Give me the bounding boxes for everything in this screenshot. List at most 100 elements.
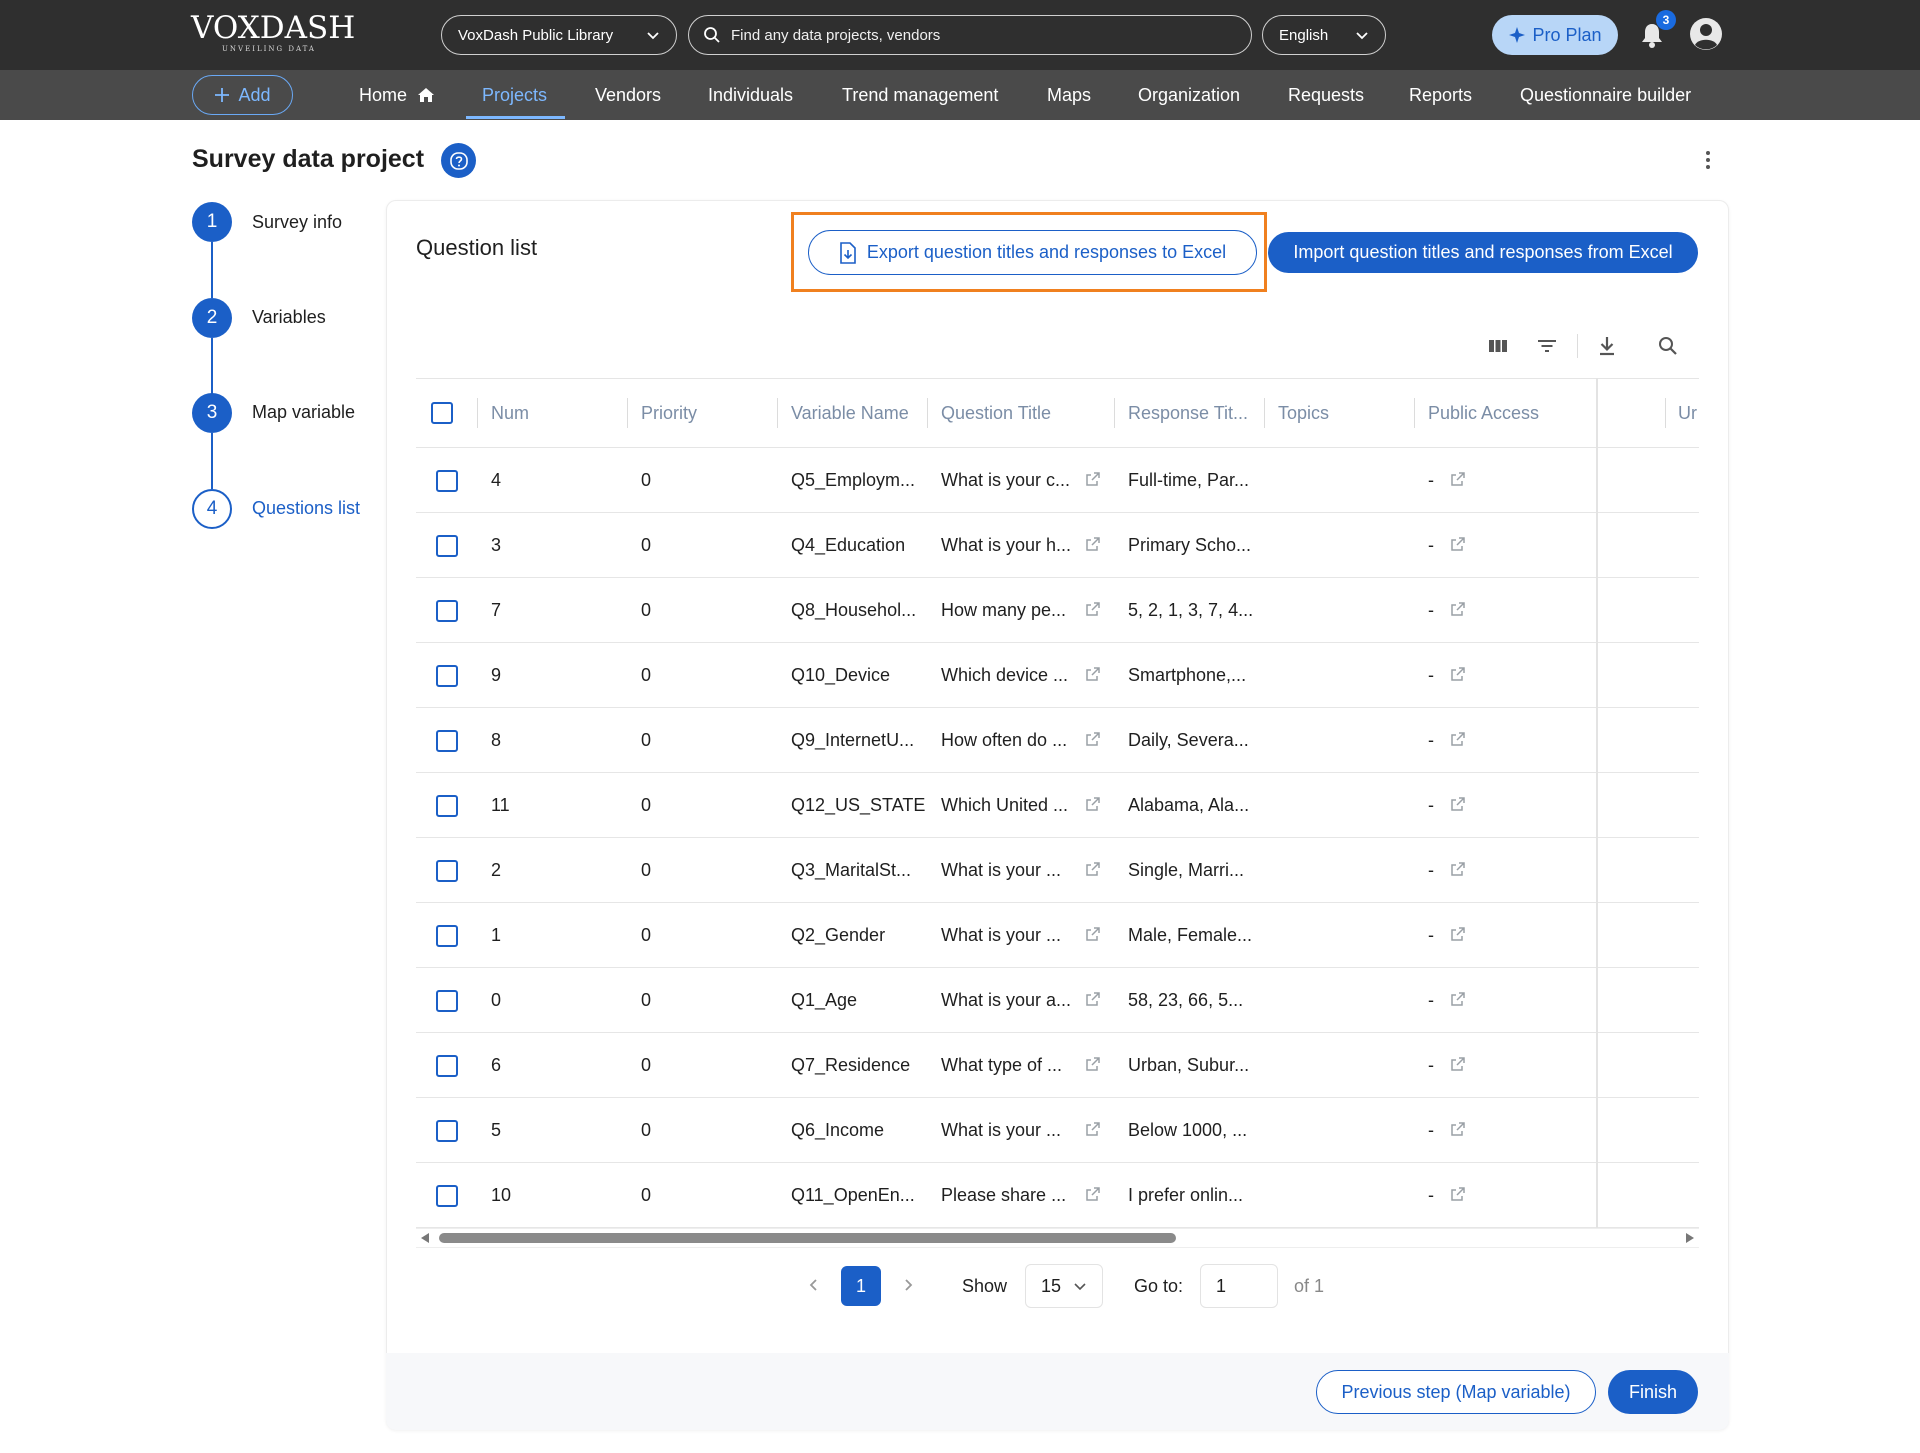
row-checkbox[interactable]: [436, 1163, 466, 1228]
search-input[interactable]: Find any data projects, vendors: [731, 27, 940, 44]
external-link-icon[interactable]: [1450, 511, 1468, 576]
previous-step-button[interactable]: Previous step (Map variable): [1316, 1370, 1596, 1414]
nav-vendors[interactable]: Vendors: [595, 70, 661, 120]
row-checkbox[interactable]: [436, 1033, 466, 1098]
search-bar[interactable]: Find any data projects, vendors: [688, 15, 1252, 55]
step-4-label[interactable]: Questions list: [252, 498, 360, 519]
external-link-icon[interactable]: [1085, 901, 1103, 966]
columns-icon[interactable]: [1486, 334, 1510, 358]
page-size-select[interactable]: 15: [1025, 1264, 1103, 1308]
external-link-icon[interactable]: [1085, 771, 1103, 836]
row-checkbox[interactable]: [436, 1098, 466, 1163]
page-number-current[interactable]: 1: [841, 1266, 881, 1306]
step-4-circle[interactable]: 4: [192, 489, 232, 529]
avatar-icon[interactable]: [1689, 17, 1723, 51]
row-checkbox[interactable]: [436, 968, 466, 1033]
external-link-icon[interactable]: [1085, 576, 1103, 641]
row-checkbox[interactable]: [436, 924, 458, 947]
external-link-icon[interactable]: [1450, 446, 1468, 511]
nav-projects[interactable]: Projects: [482, 70, 547, 120]
row-checkbox[interactable]: [436, 989, 458, 1012]
external-link-icon[interactable]: [1085, 706, 1103, 771]
row-checkbox[interactable]: [436, 534, 458, 557]
nav-maps[interactable]: Maps: [1047, 70, 1091, 120]
select-all-checkbox[interactable]: [431, 402, 453, 424]
row-checkbox[interactable]: [436, 1054, 458, 1077]
nav-requests[interactable]: Requests: [1288, 70, 1364, 120]
help-button[interactable]: [441, 143, 476, 178]
nav-trend-management[interactable]: Trend management: [842, 70, 998, 120]
external-link-icon[interactable]: [1450, 1161, 1468, 1226]
step-1-circle[interactable]: 1: [192, 202, 232, 242]
col-header-variable-name[interactable]: Variable Name: [791, 378, 929, 448]
table-search-icon[interactable]: [1656, 334, 1680, 358]
external-link-icon[interactable]: [1085, 446, 1103, 511]
filter-icon[interactable]: [1535, 334, 1559, 358]
row-checkbox[interactable]: [436, 1119, 458, 1142]
language-select[interactable]: English: [1262, 15, 1386, 55]
step-3-label[interactable]: Map variable: [252, 402, 355, 423]
col-header-num[interactable]: Num: [491, 378, 621, 448]
nav-individuals[interactable]: Individuals: [708, 70, 793, 120]
scroll-right-arrow[interactable]: [1686, 1233, 1694, 1243]
scroll-left-arrow[interactable]: [421, 1233, 429, 1243]
row-checkbox[interactable]: [436, 794, 458, 817]
external-link-icon[interactable]: [1450, 966, 1468, 1031]
external-link-icon[interactable]: [1085, 836, 1103, 901]
row-checkbox[interactable]: [436, 664, 458, 687]
row-checkbox[interactable]: [436, 578, 466, 643]
col-header-topics[interactable]: Topics: [1278, 378, 1408, 448]
external-link-icon[interactable]: [1085, 641, 1103, 706]
external-link-icon[interactable]: [1450, 576, 1468, 641]
col-header-response-title[interactable]: Response Tit...: [1128, 378, 1258, 448]
external-link-icon[interactable]: [1450, 1096, 1468, 1161]
external-link-icon[interactable]: [1450, 1031, 1468, 1096]
row-checkbox[interactable]: [436, 513, 466, 578]
row-checkbox[interactable]: [436, 469, 458, 492]
add-button[interactable]: Add: [192, 75, 293, 115]
more-options-icon[interactable]: [1702, 148, 1714, 172]
goto-page-input[interactable]: 1: [1200, 1264, 1278, 1308]
row-checkbox[interactable]: [436, 773, 466, 838]
row-checkbox[interactable]: [436, 643, 466, 708]
row-checkbox[interactable]: [436, 903, 466, 968]
step-3-circle[interactable]: 3: [192, 393, 232, 433]
select-all-checkbox-cell[interactable]: [431, 378, 461, 448]
finish-button[interactable]: Finish: [1608, 1370, 1698, 1414]
step-2-circle[interactable]: 2: [192, 298, 232, 338]
chevron-left-icon[interactable]: [806, 1277, 822, 1293]
external-link-icon[interactable]: [1085, 1031, 1103, 1096]
logo[interactable]: VOXDASH UNVEILING DATA: [191, 9, 355, 57]
col-header-url[interactable]: Ur: [1678, 378, 1698, 448]
row-checkbox[interactable]: [436, 838, 466, 903]
row-checkbox[interactable]: [436, 729, 458, 752]
row-checkbox[interactable]: [436, 599, 458, 622]
nav-organization[interactable]: Organization: [1138, 70, 1240, 120]
pro-plan-button[interactable]: Pro Plan: [1492, 15, 1618, 55]
scrollbar-thumb[interactable]: [439, 1233, 1176, 1243]
external-link-icon[interactable]: [1450, 771, 1468, 836]
library-select[interactable]: VoxDash Public Library: [441, 15, 677, 55]
step-2-label[interactable]: Variables: [252, 307, 326, 328]
nav-reports[interactable]: Reports: [1409, 70, 1472, 120]
col-header-public-access[interactable]: Public Access: [1428, 378, 1593, 448]
row-checkbox[interactable]: [436, 859, 458, 882]
external-link-icon[interactable]: [1085, 966, 1103, 1031]
download-icon[interactable]: [1595, 334, 1619, 358]
nav-questionnaire-builder[interactable]: Questionnaire builder: [1520, 70, 1691, 120]
external-link-icon[interactable]: [1450, 836, 1468, 901]
import-excel-button[interactable]: Import question titles and responses fro…: [1268, 232, 1698, 273]
row-checkbox[interactable]: [436, 708, 466, 773]
external-link-icon[interactable]: [1085, 1096, 1103, 1161]
external-link-icon[interactable]: [1450, 901, 1468, 966]
chevron-right-icon[interactable]: [900, 1277, 916, 1293]
col-header-question-title[interactable]: Question Title: [941, 378, 1111, 448]
external-link-icon[interactable]: [1085, 1161, 1103, 1226]
nav-home[interactable]: Home: [359, 70, 435, 120]
external-link-icon[interactable]: [1085, 511, 1103, 576]
step-1-label[interactable]: Survey info: [252, 212, 342, 233]
external-link-icon[interactable]: [1450, 706, 1468, 771]
export-excel-button[interactable]: Export question titles and responses to …: [808, 230, 1257, 275]
external-link-icon[interactable]: [1450, 641, 1468, 706]
col-header-priority[interactable]: Priority: [641, 378, 771, 448]
